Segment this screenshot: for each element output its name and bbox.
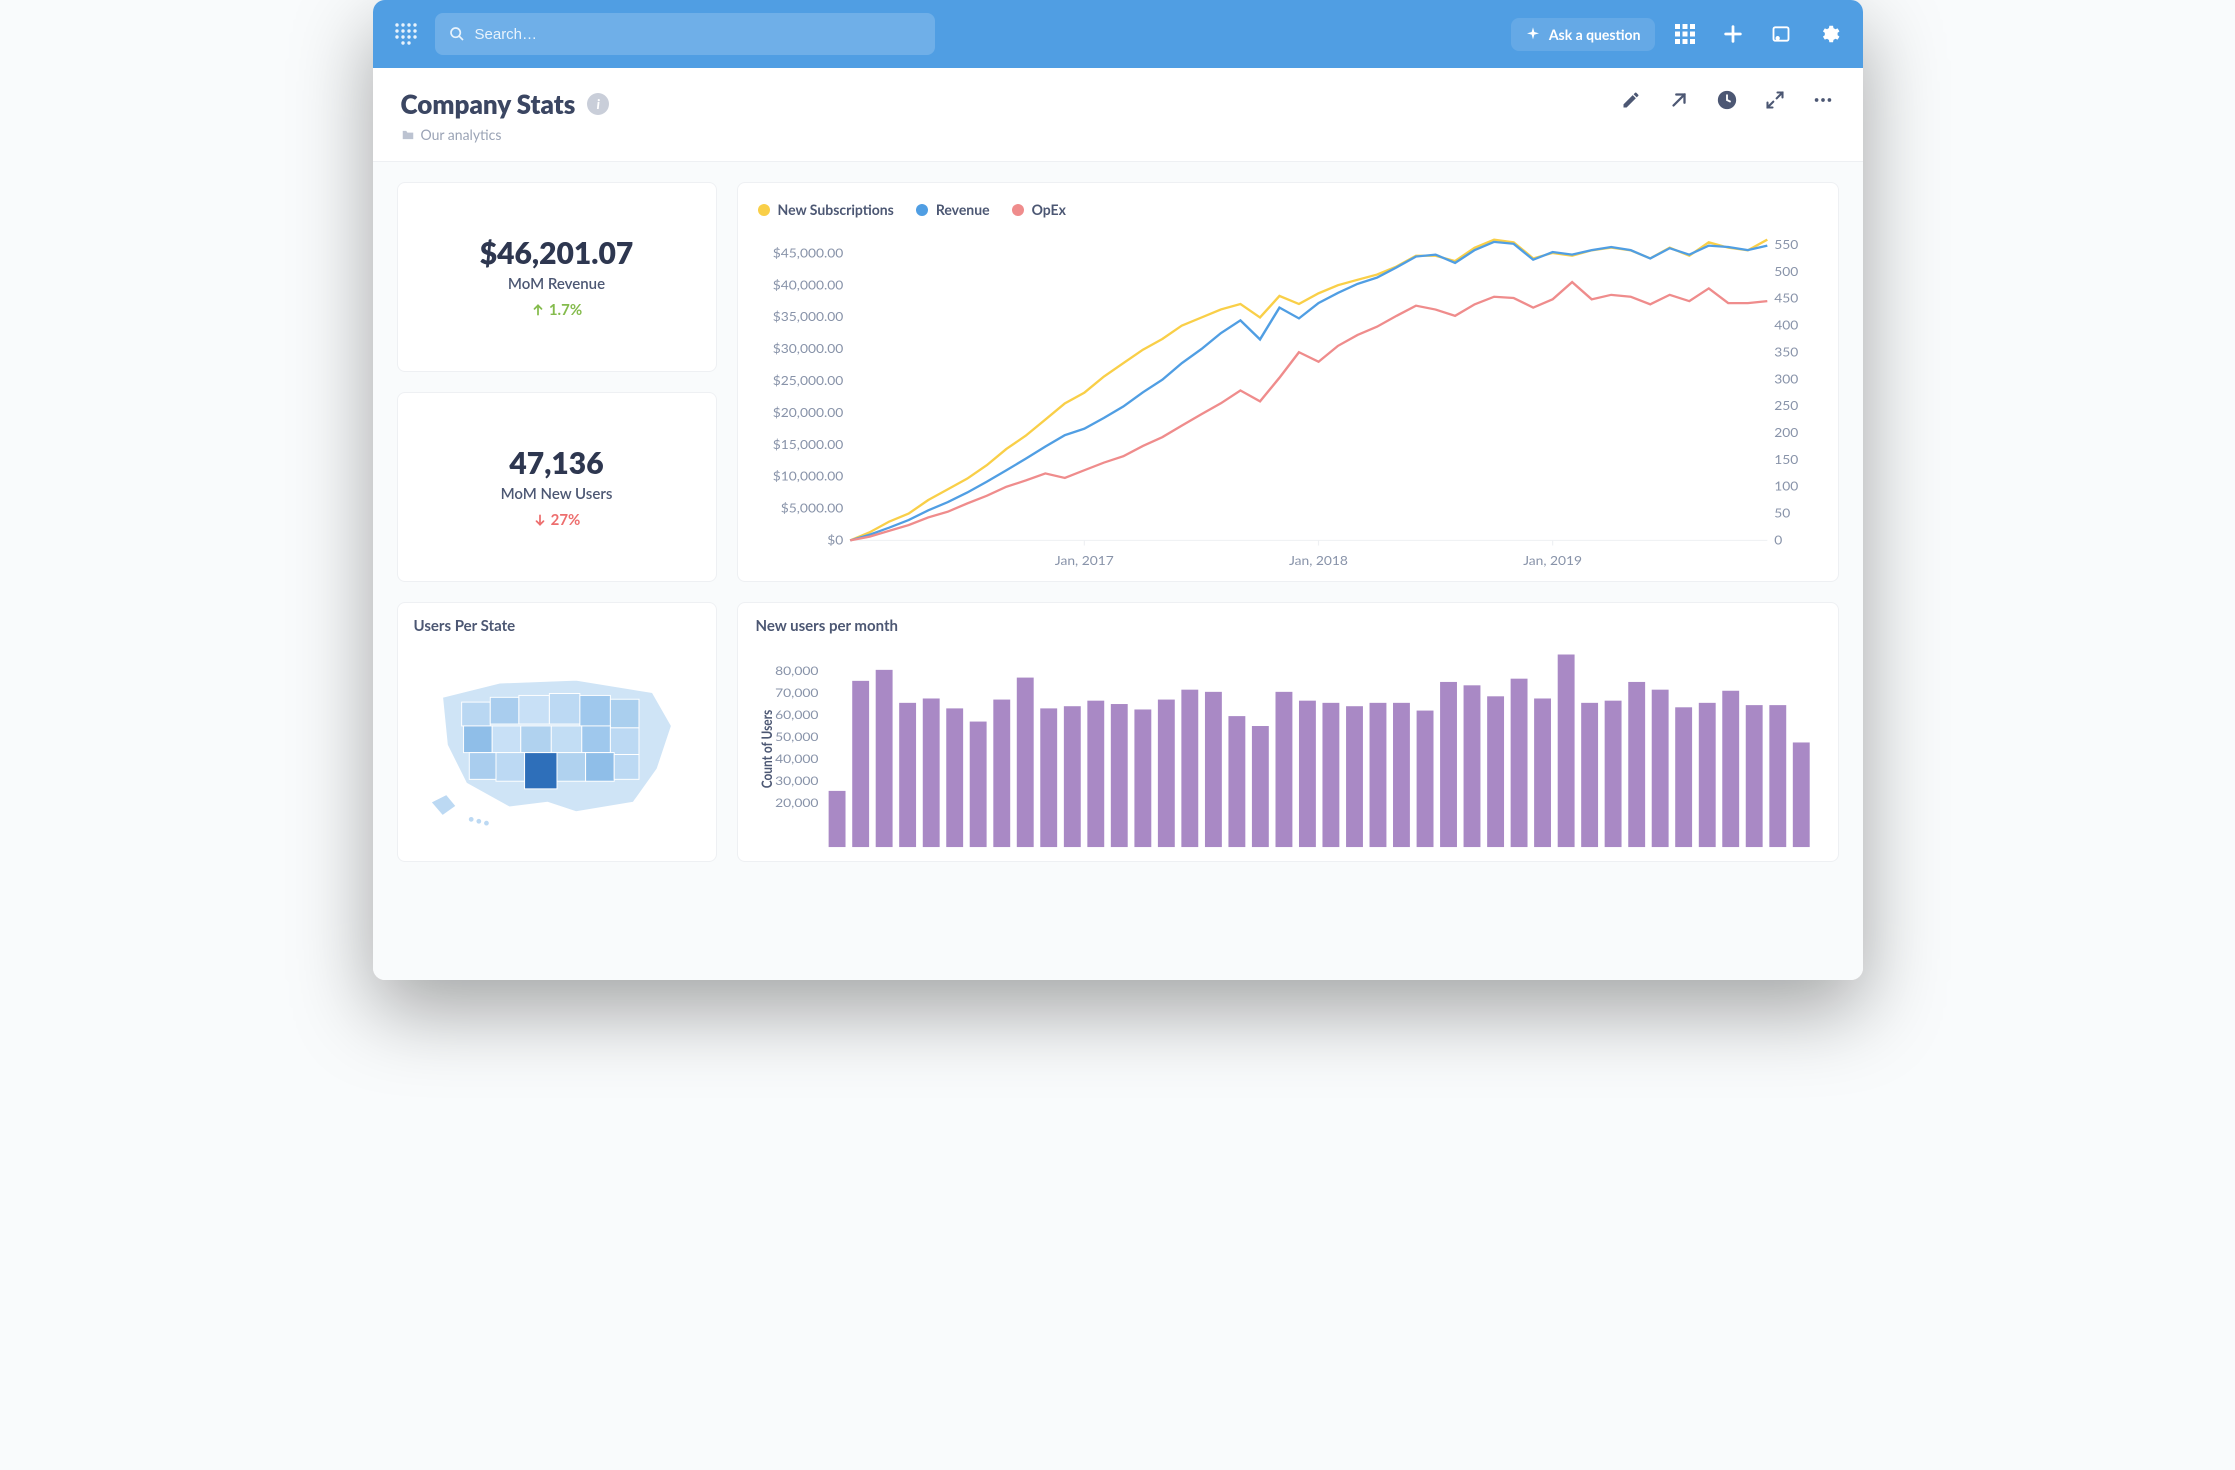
legend-dot-icon [916, 204, 928, 216]
search-input[interactable] [475, 26, 921, 43]
svg-text:Jan, 2018: Jan, 2018 [1289, 553, 1348, 568]
svg-text:50: 50 [1774, 505, 1790, 520]
svg-text:$45,000.00: $45,000.00 [772, 245, 843, 260]
svg-text:$15,000.00: $15,000.00 [772, 437, 843, 452]
users-per-state-card[interactable]: Users Per State [397, 602, 717, 862]
svg-text:400: 400 [1774, 317, 1798, 332]
search-input-wrap[interactable] [435, 13, 935, 55]
svg-text:350: 350 [1774, 344, 1798, 359]
clock-icon[interactable] [1715, 88, 1739, 112]
breadcrumb[interactable]: Our analytics [401, 126, 610, 143]
line-chart: $0 $5,000.00 $10,000.00 $15,000.00 $20,000.0… [758, 224, 1818, 571]
page-header: Company Stats i Our analytics [373, 68, 1863, 162]
svg-text:$10,000.00: $10,000.00 [772, 468, 843, 483]
svg-text:550: 550 [1774, 237, 1798, 252]
svg-text:100: 100 [1774, 479, 1798, 494]
info-icon[interactable]: i [587, 93, 609, 115]
line-chart-card[interactable]: New Subscriptions Revenue OpEx $0 $5,000.00… [737, 182, 1839, 582]
svg-text:150: 150 [1774, 452, 1798, 467]
svg-text:$40,000.00: $40,000.00 [772, 277, 843, 292]
svg-text:200: 200 [1774, 425, 1798, 440]
sparkle-icon [1525, 26, 1541, 42]
svg-text:$5,000.00: $5,000.00 [780, 500, 843, 515]
settings-gear-icon[interactable] [1811, 16, 1847, 52]
svg-text:Jan, 2019: Jan, 2019 [1523, 553, 1582, 568]
svg-text:70,000: 70,000 [775, 685, 819, 700]
bar-chart: 20,000 30,000 40,000 50,000 60,000 70,000 80,0… [756, 645, 1820, 853]
svg-text:250: 250 [1774, 398, 1798, 413]
search-icon [449, 26, 465, 42]
kpi-label: MoM Revenue [508, 275, 605, 293]
archive-box-icon[interactable] [1763, 16, 1799, 52]
legend-dot-icon [1012, 204, 1024, 216]
fullscreen-icon[interactable] [1763, 88, 1787, 112]
svg-text:50,000: 50,000 [775, 729, 819, 744]
arrow-up-icon [531, 303, 545, 317]
metabase-logo-icon[interactable] [389, 17, 423, 51]
svg-text:$20,000.00: $20,000.00 [772, 405, 843, 420]
svg-text:30,000: 30,000 [775, 773, 819, 788]
ask-question-button[interactable]: Ask a question [1511, 18, 1655, 51]
dashboard-grid: $46,201.07 MoM Revenue 1.7% 47,136 MoM N… [373, 162, 1863, 980]
kpi-mom-revenue[interactable]: $46,201.07 MoM Revenue 1.7% [397, 182, 717, 372]
add-icon[interactable] [1715, 16, 1751, 52]
share-arrow-icon[interactable] [1667, 88, 1691, 112]
svg-text:300: 300 [1774, 371, 1798, 386]
topbar: Ask a question [373, 0, 1863, 68]
title-block: Company Stats i Our analytics [401, 88, 610, 143]
app-grid-icon[interactable] [1667, 16, 1703, 52]
ask-label: Ask a question [1549, 26, 1641, 43]
kpi-label: MoM New Users [501, 485, 613, 503]
folder-icon [401, 128, 415, 142]
legend: New Subscriptions Revenue OpEx [758, 201, 1818, 218]
kpi-delta: 1.7% [531, 301, 582, 319]
svg-text:60,000: 60,000 [775, 707, 819, 722]
svg-text:$35,000.00: $35,000.00 [772, 309, 843, 324]
svg-text:500: 500 [1774, 264, 1798, 279]
arrow-down-icon [533, 513, 547, 527]
kpi-column: $46,201.07 MoM Revenue 1.7% 47,136 MoM N… [397, 182, 717, 582]
svg-text:0: 0 [1774, 532, 1782, 547]
svg-text:40,000: 40,000 [775, 751, 819, 766]
svg-text:Jan, 2017: Jan, 2017 [1054, 553, 1113, 568]
svg-text:80,000: 80,000 [775, 663, 819, 678]
page-title: Company Stats [401, 88, 576, 120]
kpi-mom-new-users[interactable]: 47,136 MoM New Users 27% [397, 392, 717, 582]
us-map [414, 645, 700, 845]
svg-text:$30,000.00: $30,000.00 [772, 341, 843, 356]
svg-text:450: 450 [1774, 291, 1798, 306]
legend-item[interactable]: Revenue [916, 201, 990, 218]
svg-text:$0: $0 [827, 532, 843, 547]
svg-text:20,000: 20,000 [775, 795, 819, 810]
map-title: Users Per State [414, 617, 700, 635]
kpi-value: 47,136 [509, 445, 603, 481]
legend-dot-icon [758, 204, 770, 216]
app-window: Ask a question Company Stats i Our analy… [373, 0, 1863, 980]
svg-text:Count of Users: Count of Users [758, 709, 775, 788]
edit-pencil-icon[interactable] [1619, 88, 1643, 112]
legend-item[interactable]: New Subscriptions [758, 201, 894, 218]
more-menu-icon[interactable] [1811, 88, 1835, 112]
new-users-per-month-card[interactable]: New users per month 20,000 30,000 40,000 50… [737, 602, 1839, 862]
bar-title: New users per month [756, 617, 1820, 635]
legend-item[interactable]: OpEx [1012, 201, 1066, 218]
header-actions [1619, 88, 1835, 112]
breadcrumb-label: Our analytics [421, 126, 502, 143]
kpi-delta: 27% [533, 511, 581, 529]
svg-text:$25,000.00: $25,000.00 [772, 373, 843, 388]
kpi-value: $46,201.07 [480, 235, 634, 271]
